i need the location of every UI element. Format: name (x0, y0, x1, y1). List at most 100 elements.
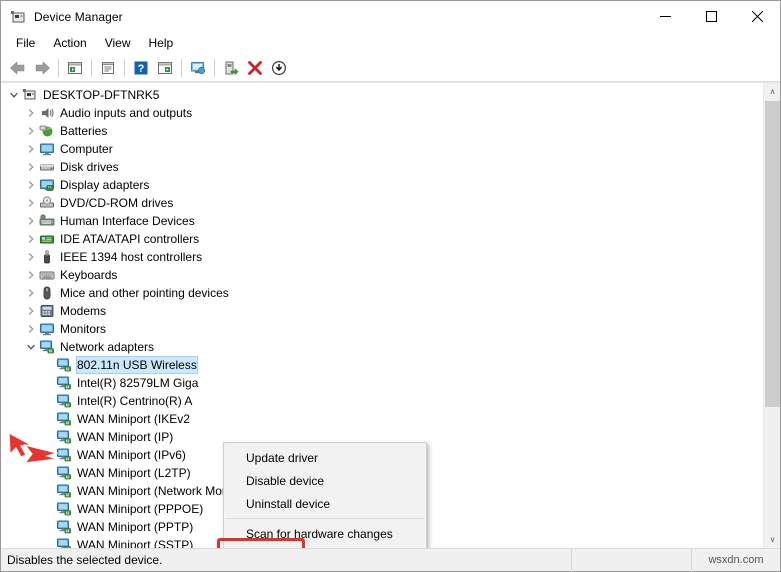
expander-placeholder (40, 519, 56, 535)
tree-item-label: Computer (60, 142, 113, 156)
ide-controller-icon (39, 231, 55, 247)
expander-placeholder (40, 447, 56, 463)
title-bar: Device Manager (1, 1, 780, 32)
update-driver-icon[interactable] (219, 56, 243, 80)
tree-item-label: Keyboards (60, 268, 118, 282)
chevron-right-icon[interactable] (23, 141, 39, 157)
tree-item-display-adapters[interactable]: Display adapters (1, 176, 763, 194)
properties-icon[interactable] (96, 56, 120, 80)
scroll-down-button[interactable]: ∨ (764, 531, 780, 548)
tree-item-network-adapters[interactable]: Network adapters (1, 338, 763, 356)
tree-item-batteries[interactable]: Batteries (1, 122, 763, 140)
expander-placeholder (40, 411, 56, 427)
network-adapter-icon (56, 465, 72, 481)
tree-item-monitors[interactable]: Monitors (1, 320, 763, 338)
tree-item-dvd-cd-rom-drives[interactable]: DVD/CD-ROM drives (1, 194, 763, 212)
window-title: Device Manager (34, 9, 123, 24)
tree-item-adapter-3[interactable]: WAN Miniport (IKEv2 (1, 410, 763, 428)
mouse-icon (39, 285, 55, 301)
ctx-scan-for-hardware-changes[interactable]: Scan for hardware changes (224, 522, 426, 545)
back-icon[interactable] (6, 56, 30, 80)
tree-item-human-interface-devices[interactable]: Human Interface Devices (1, 212, 763, 230)
forward-icon[interactable] (30, 56, 54, 80)
battery-icon (39, 123, 55, 139)
tree-item-adapter-0[interactable]: 802.11n USB Wireless (1, 356, 763, 374)
tree-item-adapter-2[interactable]: Intel(R) Centrino(R) A (1, 392, 763, 410)
help-icon[interactable]: ? (129, 56, 153, 80)
tree-item-root[interactable]: DESKTOP-DFTNRK5 (1, 86, 763, 104)
chevron-right-icon[interactable] (23, 195, 39, 211)
scrollbar-thumb[interactable] (765, 101, 780, 407)
expander-placeholder (40, 483, 56, 499)
expander-placeholder (40, 375, 56, 391)
expander-placeholder (40, 393, 56, 409)
tree-item-label: Display adapters (60, 178, 150, 192)
tree-item-label: Network adapters (60, 340, 155, 354)
tree-item-modems[interactable]: Modems (1, 302, 763, 320)
ctx-disable-device[interactable]: Disable device (224, 469, 426, 492)
chevron-right-icon[interactable] (23, 105, 39, 121)
tree-pane: DESKTOP-DFTNRK5 Audio inputs and outputs B… (1, 82, 780, 548)
disable-device-icon[interactable] (267, 56, 291, 80)
tree-item-audio-inputs-and-outputs[interactable]: Audio inputs and outputs (1, 104, 763, 122)
chevron-right-icon[interactable] (23, 177, 39, 193)
separator-3 (124, 58, 125, 77)
tree-item-label: IEEE 1394 host controllers (60, 250, 203, 264)
show-action-pane-icon[interactable] (153, 56, 177, 80)
device-manager-icon (10, 9, 26, 25)
svg-text:?: ? (138, 63, 145, 75)
ctx-uninstall-device[interactable]: Uninstall device (224, 492, 426, 515)
vertical-scrollbar[interactable]: ∧ ∨ (763, 83, 780, 548)
monitor-icon (39, 321, 55, 337)
chevron-right-icon[interactable] (23, 285, 39, 301)
chevron-right-icon[interactable] (23, 321, 39, 337)
chevron-right-icon[interactable] (23, 303, 39, 319)
menu-file[interactable]: File (7, 34, 44, 52)
network-adapter-icon (56, 357, 72, 373)
minimize-button[interactable] (642, 1, 688, 32)
show-hide-console-tree-icon[interactable] (63, 56, 87, 80)
menu-action[interactable]: Action (44, 34, 95, 52)
tree-item-label: WAN Miniport (PPPOE) (77, 502, 204, 516)
maximize-button[interactable] (688, 1, 734, 32)
chevron-down-icon[interactable] (23, 339, 39, 355)
tree-item-adapter-1[interactable]: Intel(R) 82579LM Giga (1, 374, 763, 392)
tree-item-label: WAN Miniport (SSTP) (77, 538, 194, 548)
tree-item-label: DVD/CD-ROM drives (60, 196, 174, 210)
expander-placeholder (40, 429, 56, 445)
tree-item-disk-drives[interactable]: Disk drives (1, 158, 763, 176)
status-message: Disables the selected device. (1, 548, 572, 572)
chevron-right-icon[interactable] (23, 123, 39, 139)
close-button[interactable] (734, 1, 780, 32)
tree-item-label: Intel(R) Centrino(R) A (77, 394, 193, 408)
tree-item-label: Intel(R) 82579LM Giga (77, 376, 199, 390)
expander-placeholder (40, 357, 56, 373)
chevron-right-icon[interactable] (23, 159, 39, 175)
menu-bar: File Action View Help (1, 32, 780, 54)
menu-view[interactable]: View (96, 34, 140, 52)
tree-item-ieee-1394-host-controllers[interactable]: IEEE 1394 host controllers (1, 248, 763, 266)
tree-item-ide-ata-atapi-controllers[interactable]: IDE ATA/ATAPI controllers (1, 230, 763, 248)
tree-item-keyboards[interactable]: Keyboards (1, 266, 763, 284)
tree-item-computer[interactable]: Computer (1, 140, 763, 158)
uninstall-device-icon[interactable] (243, 56, 267, 80)
monitor-icon (39, 141, 55, 157)
tree-item-label: Monitors (60, 322, 107, 336)
scroll-up-button[interactable]: ∧ (764, 83, 780, 100)
ctx-update-driver[interactable]: Update driver (224, 446, 426, 469)
expander-placeholder (40, 501, 56, 517)
network-adapter-icon (56, 519, 72, 535)
tree-item-label: Disk drives (60, 160, 119, 174)
chevron-right-icon[interactable] (23, 267, 39, 283)
network-adapter-icon (56, 429, 72, 445)
window-controls (642, 1, 780, 32)
menu-help[interactable]: Help (140, 34, 183, 52)
chevron-right-icon[interactable] (23, 213, 39, 229)
chevron-right-icon[interactable] (23, 231, 39, 247)
tree-item-mice-and-other-pointing-devices[interactable]: Mice and other pointing devices (1, 284, 763, 302)
chevron-right-icon[interactable] (23, 249, 39, 265)
chevron-down-icon[interactable] (6, 87, 22, 103)
network-adapter-icon (56, 393, 72, 409)
status-panel-empty (572, 548, 692, 572)
scan-for-hardware-changes-icon[interactable] (186, 56, 210, 80)
